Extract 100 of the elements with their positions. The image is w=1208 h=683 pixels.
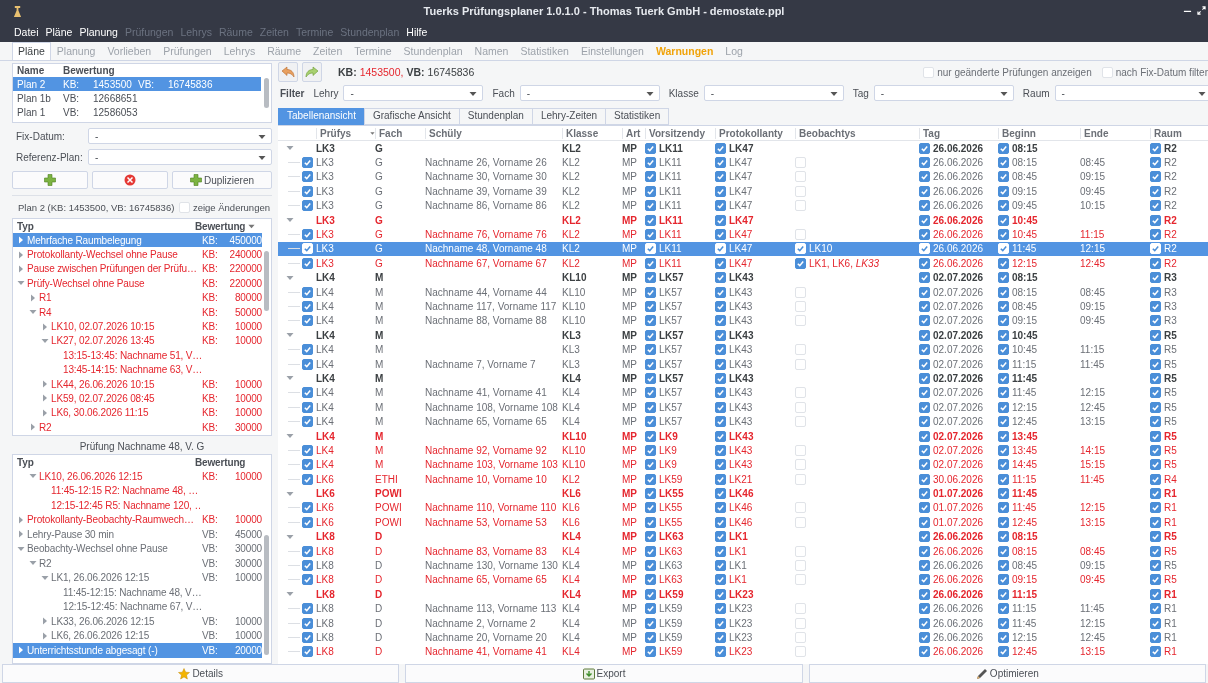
checkbox[interactable] [1150,488,1161,500]
add-button[interactable] [12,171,88,189]
tab[interactable]: Statistiken [605,108,670,125]
column-header[interactable]: Bewertung [195,456,246,468]
checkbox[interactable] [998,531,1009,543]
checkbox[interactable] [715,372,726,384]
tree-row[interactable]: LK44, 26.06.2026 10:15 KB: 10000 [13,376,262,392]
checkbox[interactable] [998,286,1009,298]
checkbox[interactable] [919,185,930,197]
checkbox[interactable] [998,157,1009,169]
checkbox[interactable] [919,531,930,543]
checkbox[interactable] [302,344,313,356]
tab[interactable]: Stundenplan [458,108,533,125]
action-button[interactable]: Details [2,664,400,683]
checkbox[interactable] [645,185,656,197]
checkbox[interactable] [715,229,726,241]
checkbox[interactable] [998,545,1009,557]
dropdown[interactable]: - [88,128,272,144]
table-row[interactable]: LK8 D Nachname 2, Vorname 2 KL4 MP LK59 LK23 26.06.2026 11:45 12:15 R1 [278,615,1208,631]
checkbox[interactable] [715,574,726,586]
checkbox[interactable] [998,488,1009,500]
checkbox[interactable] [919,401,930,413]
checkbox[interactable] [998,171,1009,183]
checkbox[interactable] [715,560,726,571]
checkbox[interactable] [998,459,1009,471]
checkbox[interactable] [919,301,930,312]
menu-item[interactable]: Hilfe [406,26,428,38]
checkbox[interactable] [1150,430,1161,442]
caret-down-icon[interactable] [286,532,294,541]
checkbox[interactable] [645,502,656,514]
table-row[interactable]: LK8 D Nachname 130, Vorname 130 KL4 MP LK63 LK1 26.06.2026 08:45 09:15 R5 [278,558,1208,573]
checkbox[interactable] [1150,185,1161,197]
checkbox[interactable] [302,257,313,269]
checkbox[interactable] [302,358,313,370]
checkbox[interactable] [645,603,656,615]
action-button[interactable]: Export [405,664,803,683]
checkbox[interactable] [715,272,726,284]
table-row[interactable]: LK3 G KL2 MP LK11 LK47 26.06.2026 10:45 R2 [278,212,1208,228]
checkbox[interactable] [919,502,930,514]
delete-button[interactable] [92,171,168,189]
checkbox[interactable] [998,358,1009,370]
checkbox[interactable] [645,459,656,471]
table-row[interactable]: LK3 G Nachname 67, Vorname 67 KL2 MP LK11 LK47 LK1, LK6, LK33 26.06.2026 12:15 12:45 R2 [278,256,1208,271]
caret-right-icon[interactable] [41,322,49,331]
checkbox[interactable] [715,401,726,413]
checkbox[interactable] [715,603,726,615]
table-row[interactable]: LK3 G KL2 MP LK11 LK47 26.06.2026 08:15 R2 [278,141,1208,156]
table-row[interactable]: LK4 M Nachname 41, Vorname 41 KL4 MP LK57 LK43 02.07.2026 11:45 12:15 R5 [278,385,1208,401]
checkbox[interactable] [998,200,1009,212]
table-row[interactable]: LK4 M Nachname 117, Vorname 117 KL10 MP LK57 LK43 02.07.2026 08:45 09:15 R3 [278,299,1208,314]
tree-row[interactable]: 12:15-12:45 R5: Nachname 120, … [13,498,262,513]
table-row[interactable]: LK8 D KL4 MP LK59 LK23 26.06.2026 11:15 R1 [278,587,1208,602]
redo-button[interactable] [302,62,322,82]
dropdown[interactable]: - [1054,85,1208,101]
checkbox[interactable] [1150,416,1161,428]
scrollbar[interactable] [264,251,269,311]
checkbox[interactable] [302,646,313,658]
caret-right-icon[interactable] [17,250,25,259]
checkbox[interactable] [919,416,930,428]
checkbox[interactable] [302,171,313,183]
tree-row[interactable]: Protokollanty-Beobachty-Raumwech… KB: 10000 [13,512,262,527]
tree-row[interactable]: R1 KB: 80000 [13,290,262,305]
checkbox[interactable] [1150,200,1161,212]
checkbox[interactable] [919,214,930,226]
checkbox[interactable] [302,560,313,571]
checkbox[interactable] [1150,646,1161,658]
caret-right-icon[interactable] [17,530,25,539]
caret-down-icon[interactable] [286,273,294,282]
checkbox[interactable] [919,142,930,154]
checkbox[interactable] [715,416,726,428]
checkbox[interactable] [302,200,313,212]
checkbox[interactable] [1150,545,1161,557]
checkbox[interactable] [998,344,1009,356]
column-header[interactable]: Name [17,65,63,76]
tree-row[interactable]: Mehrfache Raumbelegung KB: 450000 [13,233,262,248]
tree-row[interactable]: 13:15-13:45: Nachname 51, V… [13,348,262,363]
checkbox[interactable] [645,372,656,384]
checkbox[interactable] [919,315,930,327]
checkbox[interactable] [998,372,1009,384]
tree-row[interactable]: Pause zwischen Prüfungen der Prüfu… KB: 220000 [13,261,262,277]
checkbox[interactable] [919,574,930,586]
tree-row[interactable]: R4 KB: 50000 [13,304,262,320]
checkbox[interactable] [645,545,656,557]
checkbox[interactable] [1150,214,1161,226]
dropdown[interactable]: - [703,85,844,101]
table-row[interactable]: LK6 POWI Nachname 110, Vorname 110 KL6 MP LK55 LK46 01.07.2026 11:45 12:15 R1 [278,500,1208,516]
checkbox[interactable] [919,603,930,615]
checkbox[interactable] [302,459,313,471]
checkbox[interactable] [1150,171,1161,183]
checkbox[interactable] [919,157,930,169]
checkbox[interactable] [645,416,656,428]
column-header[interactable]: Typ [17,456,34,468]
checkbox[interactable] [645,229,656,241]
table-row[interactable]: LK8 D KL4 MP LK63 LK1 26.06.2026 08:15 R5 [278,529,1208,544]
checkbox[interactable] [998,214,1009,226]
tree-row[interactable]: Lehry-Pause 30 min VB: 45000 [13,527,262,542]
column-header[interactable]: Beobachtys [799,127,856,139]
checkbox[interactable] [645,272,656,284]
checkbox[interactable] [645,588,656,600]
checkbox[interactable] [1150,560,1161,571]
